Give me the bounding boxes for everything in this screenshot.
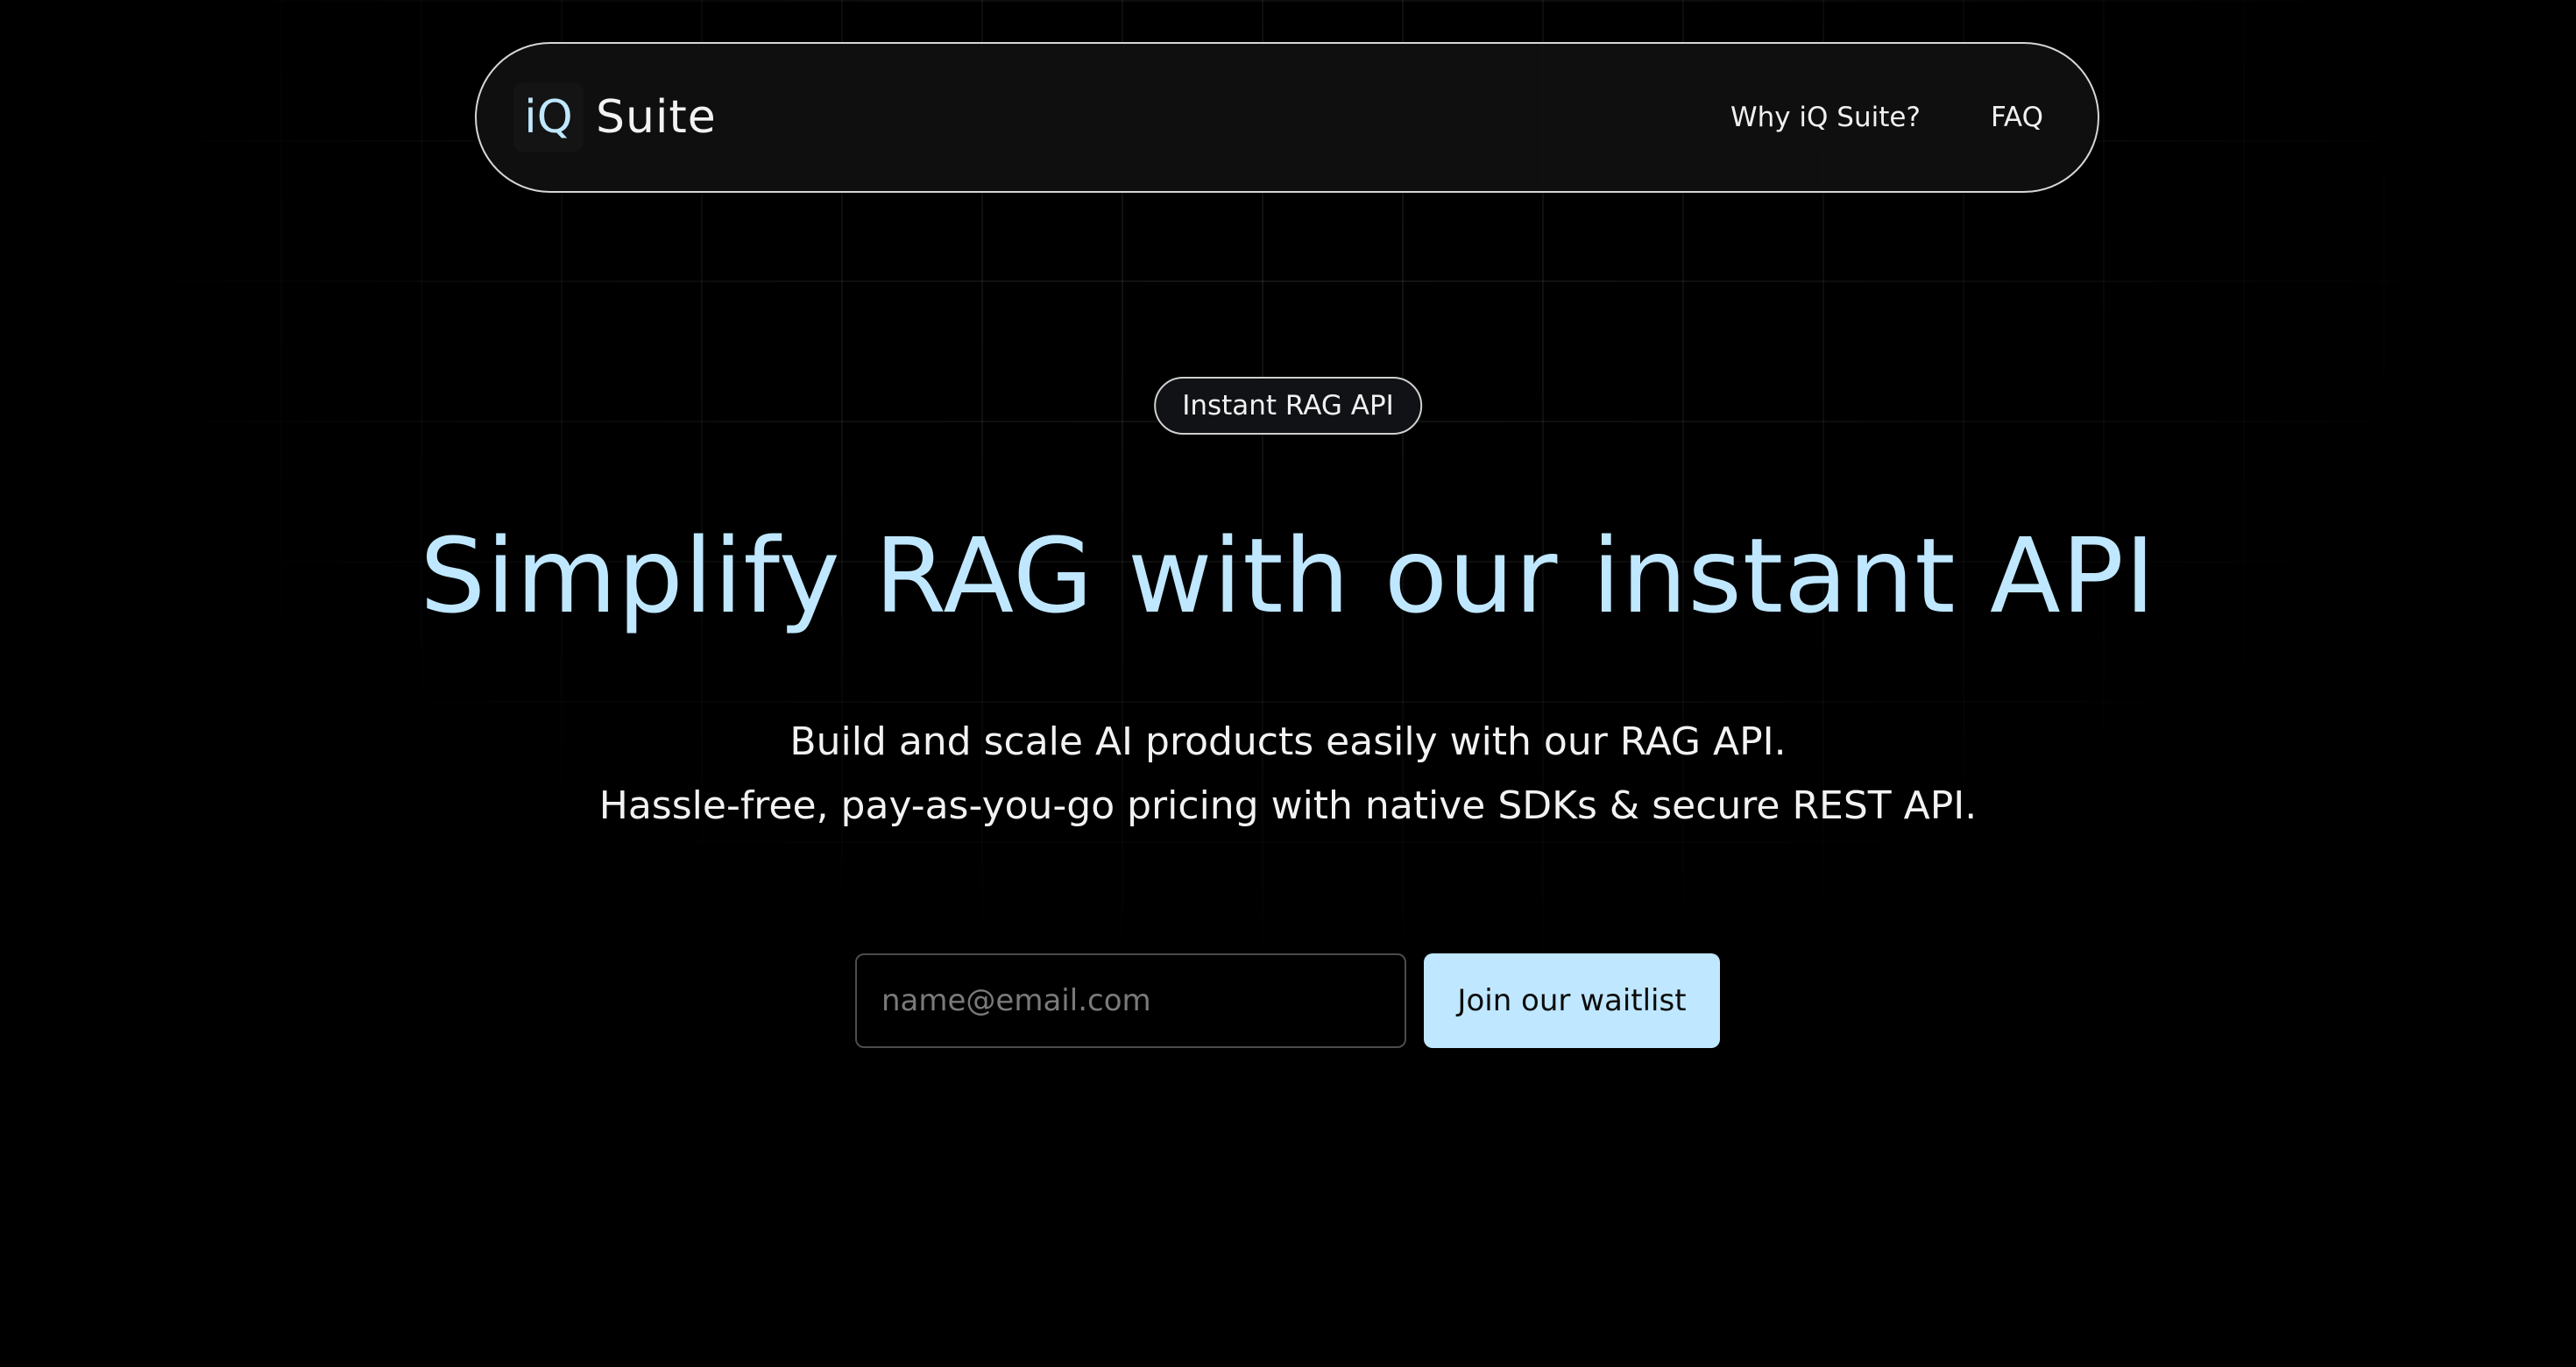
hero-badge: Instant RAG API <box>1154 377 1422 435</box>
nav-links: Why iQ Suite? FAQ <box>1660 102 2043 133</box>
email-input[interactable] <box>855 953 1406 1048</box>
join-waitlist-button[interactable]: Join our waitlist <box>1424 953 1720 1048</box>
hero-subtext-line-1: Build and scale AI products easily with … <box>789 719 1787 764</box>
hero-subtext: Build and scale AI products easily with … <box>0 710 2576 838</box>
landing-page: iQ Suite Why iQ Suite? FAQ Instant RAG A… <box>0 0 2576 1367</box>
hero-subtext-line-2: Hassle-free, pay-as-you-go pricing with … <box>598 783 1978 828</box>
waitlist-form: Join our waitlist <box>855 953 1720 1048</box>
nav-link-why-iq-suite[interactable]: Why iQ Suite? <box>1730 102 1921 133</box>
hero-headline: Simplify RAG with our instant API <box>420 515 2156 636</box>
top-navbar: iQ Suite Why iQ Suite? FAQ <box>475 42 2099 193</box>
brand-logo[interactable]: iQ Suite <box>513 82 717 152</box>
brand-mark-icon: iQ <box>513 82 584 152</box>
brand-name: Suite <box>596 91 717 144</box>
nav-link-faq[interactable]: FAQ <box>1991 102 2043 133</box>
grid-background <box>0 0 2576 1367</box>
